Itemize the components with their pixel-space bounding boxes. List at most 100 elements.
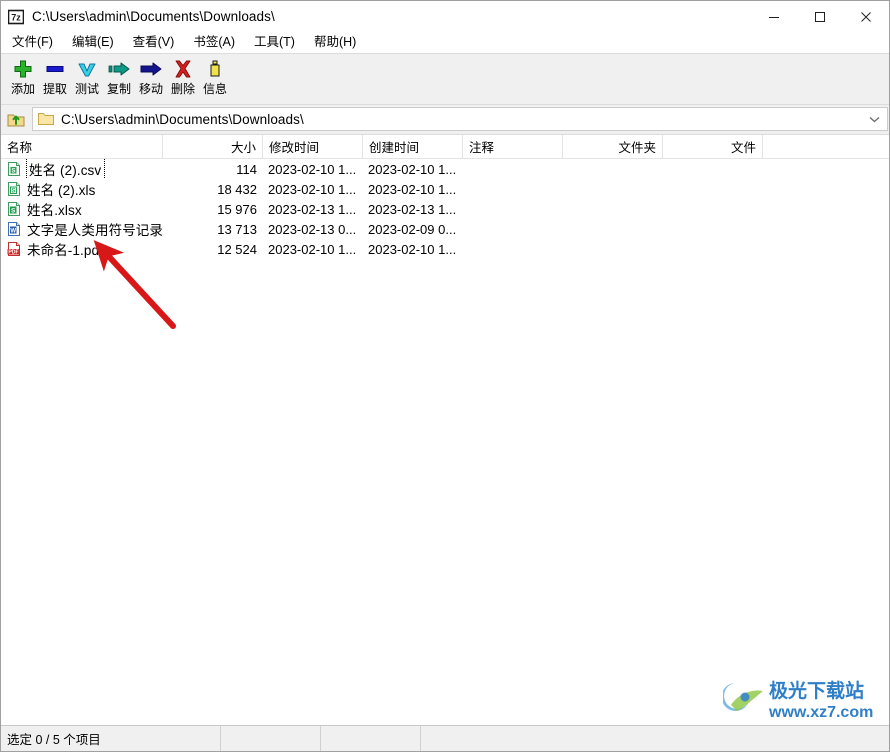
file-name-text: 姓名 (2).csv [25,159,106,179]
test-button-label: 测试 [74,82,99,96]
file-list[interactable]: S 姓名 (2).csv 114 2023-02-10 1... 2023-02… [1,159,889,725]
info-button[interactable]: 信息 [199,55,231,101]
titlebar: 7z C:\Users\admin\Documents\Downloads\ [1,1,889,32]
file-name-text: 未命名-1.pdf [27,243,103,258]
add-button-label: 添加 [10,82,35,96]
table-row[interactable]: PDF 未命名-1.pdf 12 524 2023-02-10 1... 202… [1,239,889,259]
status-cell-4 [421,726,889,751]
window-title: C:\Users\admin\Documents\Downloads\ [32,9,275,24]
file-comment-cell [463,199,563,219]
file-comment-cell [463,239,563,259]
file-name-cell[interactable]: S 姓名 (2).csv [1,159,163,179]
file-size-cell: 15 976 [217,201,257,217]
file-name-text: 姓名 (2).xls [27,183,96,198]
table-row[interactable]: W 文字是人类用符号记录... 13 713 2023-02-13 0... 2… [1,219,889,239]
plus-icon [10,58,36,80]
chevron-down-icon[interactable] [869,108,880,130]
menu-file[interactable]: 文件(F) [8,33,62,52]
column-header-name[interactable]: 名称 [1,135,163,158]
extract-button[interactable]: 提取 [39,55,71,101]
delete-button-label: 删除 [170,82,195,96]
sevenzip-window: 7z C:\Users\admin\Documents\Downloads\ 文… [0,0,890,752]
delete-x-icon [170,58,196,80]
test-button[interactable]: 测试 [71,55,103,101]
file-files-cell [663,199,763,219]
close-button[interactable] [843,1,889,32]
delete-button[interactable]: 删除 [167,55,199,101]
file-modified-cell: 2023-02-13 1... [268,201,357,217]
move-button[interactable]: 移动 [135,55,167,101]
file-name-cell[interactable]: W 文字是人类用符号记录... [1,219,163,239]
minimize-button[interactable] [751,1,797,32]
svg-text:S: S [11,207,16,214]
status-cell-2 [221,726,321,751]
file-modified-cell: 2023-02-10 1... [268,161,357,177]
info-button-label: 信息 [202,82,227,96]
copy-button[interactable]: 复制 [103,55,135,101]
file-folders-cell [563,239,663,259]
file-folders-cell [563,179,663,199]
menu-tools[interactable]: 工具(T) [250,33,304,52]
column-header-files[interactable]: 文件 [663,135,763,158]
column-header-created[interactable]: 创建时间 [363,135,463,158]
table-row[interactable]: S 姓名 (2).xls 18 432 2023-02-10 1... 2023… [1,179,889,199]
file-created-cell: 2023-02-13 1... [368,201,457,217]
file-files-cell [663,239,763,259]
excel-xls-icon: S [6,181,22,197]
menu-view[interactable]: 查看(V) [129,33,184,52]
file-comment-cell [463,159,563,179]
menu-edit[interactable]: 编辑(E) [68,33,123,52]
info-icon [202,58,228,80]
move-arrow-icon [138,58,164,80]
column-header-filler [763,135,889,158]
file-size-cell: 18 432 [217,181,257,197]
7z-icon: 7z [7,9,25,25]
file-comment-cell [463,179,563,199]
file-files-cell [663,179,763,199]
file-size-cell: 12 524 [217,241,257,257]
statusbar: 选定 0 / 5 个项目 [1,725,889,751]
file-modified-cell: 2023-02-13 0... [268,221,357,237]
column-header-comment[interactable]: 注释 [463,135,563,158]
file-created-cell: 2023-02-09 0... [368,221,457,237]
excel-csv-icon: S [6,161,22,177]
svg-text:7z: 7z [11,12,21,22]
toolbar: 添加 提取 测试 复制 移动 删除 信息 [1,53,889,105]
column-header-modified[interactable]: 修改时间 [263,135,363,158]
check-down-icon [74,58,100,80]
file-created-cell: 2023-02-10 1... [368,181,457,197]
file-files-cell [663,219,763,239]
svg-text:S: S [11,188,15,194]
pdf-icon: PDF [6,241,22,257]
file-folders-cell [563,219,663,239]
file-modified-cell: 2023-02-10 1... [268,241,357,257]
file-size-cell: 13 713 [217,221,257,237]
column-header-folders[interactable]: 文件夹 [563,135,663,158]
file-name-cell[interactable]: S 姓名.xlsx [1,199,163,219]
excel-xlsx-icon: S [6,201,22,217]
svg-text:S: S [11,168,15,174]
file-name-cell[interactable]: PDF 未命名-1.pdf [1,239,163,259]
folder-up-icon[interactable] [1,105,31,134]
file-modified-cell: 2023-02-10 1... [268,181,357,197]
add-button[interactable]: 添加 [7,55,39,101]
file-size-cell: 114 [236,161,257,177]
file-name-cell[interactable]: S 姓名 (2).xls [1,179,163,199]
address-input[interactable]: C:\Users\admin\Documents\Downloads\ [32,107,888,131]
file-folders-cell [563,199,663,219]
file-created-cell: 2023-02-10 1... [368,161,457,177]
menu-help[interactable]: 帮助(H) [310,33,365,52]
table-row[interactable]: S 姓名.xlsx 15 976 2023-02-13 1... 2023-02… [1,199,889,219]
copy-arrow-icon [106,58,132,80]
menu-bookmarks[interactable]: 书签(A) [189,33,244,52]
word-doc-icon: W [6,221,22,237]
maximize-button[interactable] [797,1,843,32]
window-controls [751,1,889,32]
table-row[interactable]: S 姓名 (2).csv 114 2023-02-10 1... 2023-02… [1,159,889,179]
status-cell-3 [321,726,421,751]
addressbar: C:\Users\admin\Documents\Downloads\ [1,105,889,135]
column-header-size[interactable]: 大小 [163,135,263,158]
status-selection: 选定 0 / 5 个项目 [1,726,221,751]
svg-text:W: W [10,228,16,234]
file-created-cell: 2023-02-10 1... [368,241,457,257]
